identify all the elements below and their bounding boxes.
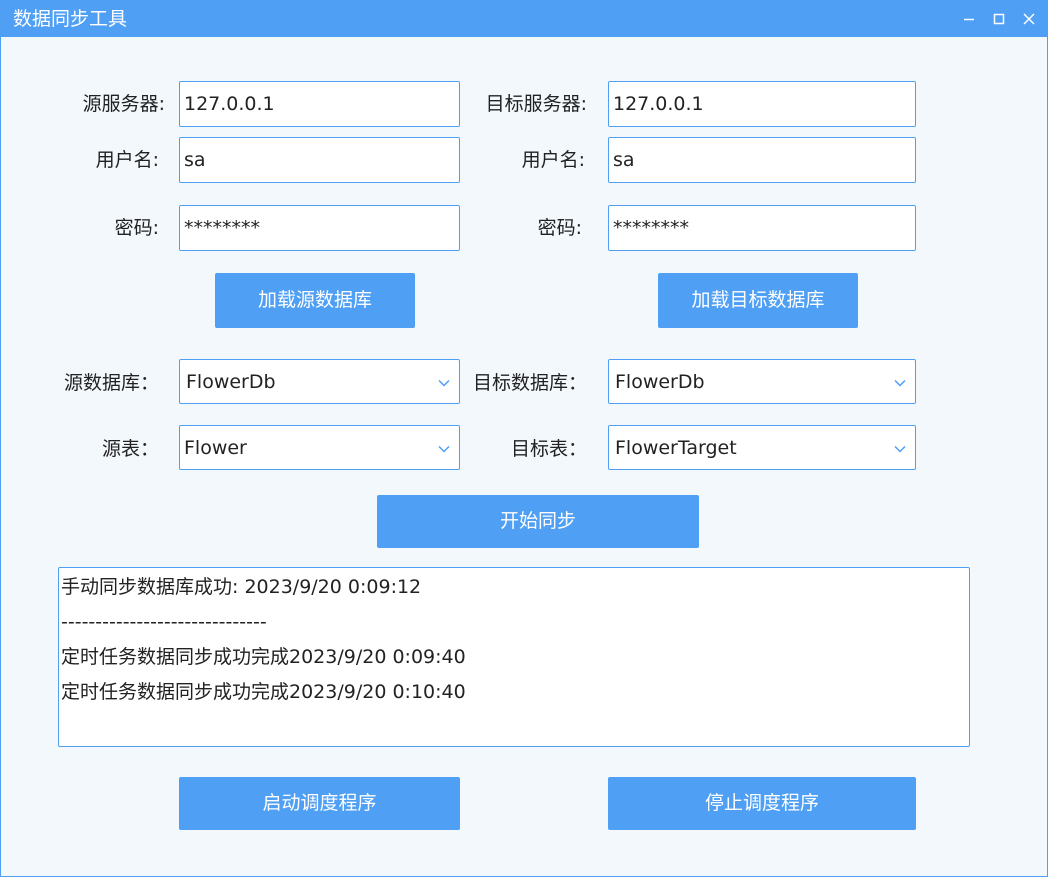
source-database-select[interactable]: FlowerDb: [179, 359, 460, 404]
target-table-select[interactable]: FlowerTarget: [608, 425, 916, 470]
source-database-value: FlowerDb: [186, 371, 276, 393]
start-sync-button[interactable]: 开始同步: [377, 495, 699, 548]
app-window: 数据同步工具 源服务器: 127.0.0.1 用户名: sa 密码: *****…: [0, 0, 1048, 877]
log-line: 手动同步数据库成功: 2023/9/20 0:09:12: [61, 576, 422, 598]
log-line: 定时任务数据同步成功完成2023/9/20 0:09:40: [61, 646, 466, 668]
source-server-value: 127.0.0.1: [184, 93, 275, 115]
stop-scheduler-button[interactable]: 停止调度程序: [608, 777, 916, 830]
chevron-down-icon: [437, 441, 451, 455]
target-database-label: 目标数据库：: [472, 372, 587, 394]
log-line: 定时任务数据同步成功完成2023/9/20 0:10:40: [61, 681, 466, 703]
log-line: ------------------------------: [61, 611, 267, 633]
chevron-down-icon: [437, 375, 451, 389]
chevron-down-icon: [893, 441, 907, 455]
target-server-value: 127.0.0.1: [613, 93, 704, 115]
source-server-label: 源服务器:: [82, 93, 165, 115]
source-database-label: 源数据库：: [63, 372, 159, 394]
target-user-label: 用户名:: [521, 149, 585, 171]
source-table-label: 源表：: [101, 438, 159, 460]
title-bar[interactable]: 数据同步工具: [1, 1, 1047, 37]
chevron-down-icon: [893, 375, 907, 389]
target-password-label: 密码:: [537, 217, 582, 239]
target-server-label: 目标服务器:: [485, 93, 587, 115]
target-database-value: FlowerDb: [615, 371, 705, 393]
target-server-input[interactable]: 127.0.0.1: [608, 81, 916, 127]
source-table-value: Flower: [184, 437, 247, 459]
window-title: 数据同步工具: [13, 8, 128, 30]
target-user-value: sa: [613, 149, 635, 171]
source-password-input[interactable]: ********: [179, 205, 460, 251]
source-user-label: 用户名:: [95, 149, 159, 171]
target-table-label: 目标表：: [510, 438, 587, 460]
target-password-value: ********: [613, 217, 689, 239]
source-server-input[interactable]: 127.0.0.1: [179, 81, 460, 127]
load-target-db-button[interactable]: 加载目标数据库: [658, 273, 858, 328]
source-password-value: ********: [184, 217, 260, 239]
source-user-input[interactable]: sa: [179, 137, 460, 183]
source-password-label: 密码:: [114, 217, 159, 239]
source-user-value: sa: [184, 149, 206, 171]
close-icon[interactable]: [1019, 9, 1039, 29]
start-scheduler-button[interactable]: 启动调度程序: [179, 777, 460, 830]
target-table-value: FlowerTarget: [615, 437, 737, 459]
target-database-select[interactable]: FlowerDb: [608, 359, 916, 404]
source-table-select[interactable]: Flower: [179, 425, 460, 470]
target-password-input[interactable]: ********: [608, 205, 916, 251]
minimize-icon[interactable]: [959, 9, 979, 29]
target-user-input[interactable]: sa: [608, 137, 916, 183]
load-source-db-button[interactable]: 加载源数据库: [215, 273, 415, 328]
log-textarea[interactable]: 手动同步数据库成功: 2023/9/20 0:09:12 -----------…: [58, 567, 970, 747]
maximize-icon[interactable]: [989, 9, 1009, 29]
